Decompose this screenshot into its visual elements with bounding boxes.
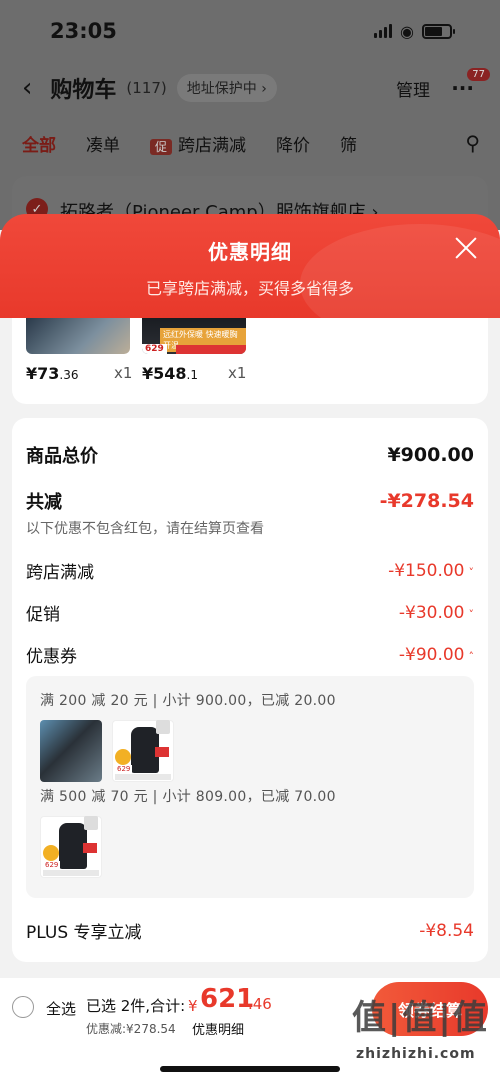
promotion-value: -¥30.00 [398, 602, 465, 623]
promo-tag: 促 [150, 138, 173, 155]
total-row: 商品总价 ¥900.00 [26, 442, 474, 468]
thumb-strip [176, 345, 246, 354]
watermark-logo: 值|值|值 [352, 998, 489, 1038]
selected-summary: 已选 2件,合计: [86, 997, 186, 1015]
select-all-checkbox[interactable] [12, 996, 34, 1018]
cross-store-value: -¥150.00 [388, 560, 465, 581]
status-bar: 23:05 ◉ [0, 0, 500, 62]
brand-logo-icon [156, 720, 170, 734]
promotion-row[interactable]: 促销 -¥30.00 ˅ [26, 600, 474, 626]
coupon-product-thumbnail [40, 720, 102, 782]
product-thumbnail [26, 318, 130, 354]
address-label: 地址保护中 [186, 81, 257, 97]
item-qty: x1 [114, 364, 133, 382]
status-icons: ◉ [374, 21, 455, 41]
reduce-value: -¥278.54 [379, 490, 474, 512]
plus-row: PLUS 专享立减 -¥8.54 [26, 918, 474, 944]
page-title: 购物车 [50, 78, 117, 103]
coupon-detail-box: 满 200 减 20 元 | 小计 900.00，已减 20.00 629 满 … [26, 676, 474, 898]
brand-logo-icon [84, 816, 98, 830]
status-time: 23:05 [50, 19, 117, 43]
item-price-int: ¥73 [26, 364, 60, 383]
coupon-value: -¥90.00 [398, 644, 465, 665]
select-all-label[interactable]: 全选 [46, 998, 76, 1019]
filter-tabs: 全部 凑单 促跨店满减 降价 筛 ⚲ [0, 114, 500, 172]
tab-filter[interactable]: 筛 [340, 131, 357, 156]
tab-bundle[interactable]: 凑单 [86, 131, 120, 156]
thumb-price: 629 [142, 344, 167, 354]
coupon-line: 满 200 减 20 元 | 小计 900.00，已减 20.00 [40, 693, 336, 709]
discount-note: 以下优惠不包含红包，请在结算页查看 [26, 521, 264, 537]
tab-cross-store[interactable]: 促跨店满减 [150, 131, 246, 156]
close-icon[interactable] [452, 234, 480, 262]
sheet-title: 优惠明细 [208, 240, 292, 264]
total-currency: ¥ [188, 997, 198, 1015]
coupon-row[interactable]: 优惠券 -¥90.00 ˄ [26, 642, 474, 668]
cross-store-value-wrap: -¥150.00 ˅ [388, 561, 474, 581]
total-amount: 621 [200, 984, 255, 1014]
total-value: ¥900.00 [387, 444, 474, 466]
signal-icon [374, 24, 393, 38]
item-price-dec: .1 [186, 368, 198, 382]
cart-count: (117) [126, 79, 167, 97]
back-icon[interactable]: ‹ [22, 73, 32, 103]
coupon-line: 满 500 减 70 元 | 小计 809.00，已减 70.00 [40, 789, 336, 805]
product-thumbnail: 远红外保暖 快速暖胸开温 629 [142, 318, 246, 354]
manage-button[interactable]: 管理 [396, 76, 430, 101]
item-price: ¥73.36 [26, 364, 79, 383]
tab-all[interactable]: 全部 [22, 131, 56, 156]
tab-price-drop[interactable]: 降价 [276, 131, 310, 156]
battery-icon [422, 23, 455, 39]
cart-header: ‹ 购物车 (117) 地址保护中 › 管理 ··· 77 [0, 62, 500, 114]
discount-summary: 优惠减:¥278.54 [86, 1022, 176, 1036]
more-badge: 77 [467, 68, 490, 81]
discount-sheet-header: 优惠明细 已享跨店满减，买得多省得多 [0, 214, 500, 318]
checkout-bar: 全选 已选 2件,合计: ¥ 621 .46 优惠减:¥278.54 优惠明细 … [0, 978, 500, 1082]
product-card: 远红外保暖 快速暖胸开温 629 ¥73.36 x1 ¥548.1 x1 [12, 318, 488, 404]
search-icon[interactable]: ⚲ [465, 131, 480, 155]
promotion-value-wrap: -¥30.00 ˅ [399, 603, 474, 623]
cross-store-row[interactable]: 跨店满减 -¥150.00 ˅ [26, 558, 474, 584]
reduce-row: 共减 -¥278.54 [26, 488, 474, 514]
plus-value: -¥8.54 [419, 920, 474, 941]
chevron-down-icon: ˅ [468, 607, 475, 621]
chevron-up-icon: ˄ [468, 649, 475, 663]
address-protection-pill[interactable]: 地址保护中 › [176, 74, 277, 102]
wifi-icon: ◉ [400, 21, 414, 41]
item-price-dec: .36 [59, 368, 79, 382]
total-amount-decimal: .46 [248, 995, 272, 1013]
price-detail-card: 商品总价 ¥900.00 共减 -¥278.54 以下优惠不包含红包，请在结算页… [12, 418, 488, 962]
item-price-int: ¥548 [142, 364, 187, 383]
total-label: 商品总价 [26, 446, 98, 467]
cross-store-label: 跨店满减 [26, 563, 94, 583]
sheet-subtitle: 已享跨店满减，买得多省得多 [145, 279, 354, 298]
coupon-value-wrap: -¥90.00 ˄ [399, 645, 474, 665]
tab-cross-store-label: 跨店满减 [178, 135, 247, 156]
promotion-label: 促销 [26, 605, 60, 625]
item-qty: x1 [228, 364, 247, 382]
discount-detail-link[interactable]: 优惠明细 [192, 1019, 244, 1038]
chevron-down-icon: ˅ [468, 565, 475, 579]
discount-sheet-body: 远红外保暖 快速暖胸开温 629 ¥73.36 x1 ¥548.1 x1 商品总… [0, 318, 500, 978]
home-indicator [160, 1066, 340, 1072]
watermark-url: zhizhizhi.com [356, 1046, 476, 1062]
reduce-label: 共减 [26, 492, 62, 513]
coupon-label: 优惠券 [26, 647, 77, 667]
item-price: ¥548.1 [142, 364, 198, 383]
plus-label: PLUS 专享立减 [26, 923, 142, 943]
